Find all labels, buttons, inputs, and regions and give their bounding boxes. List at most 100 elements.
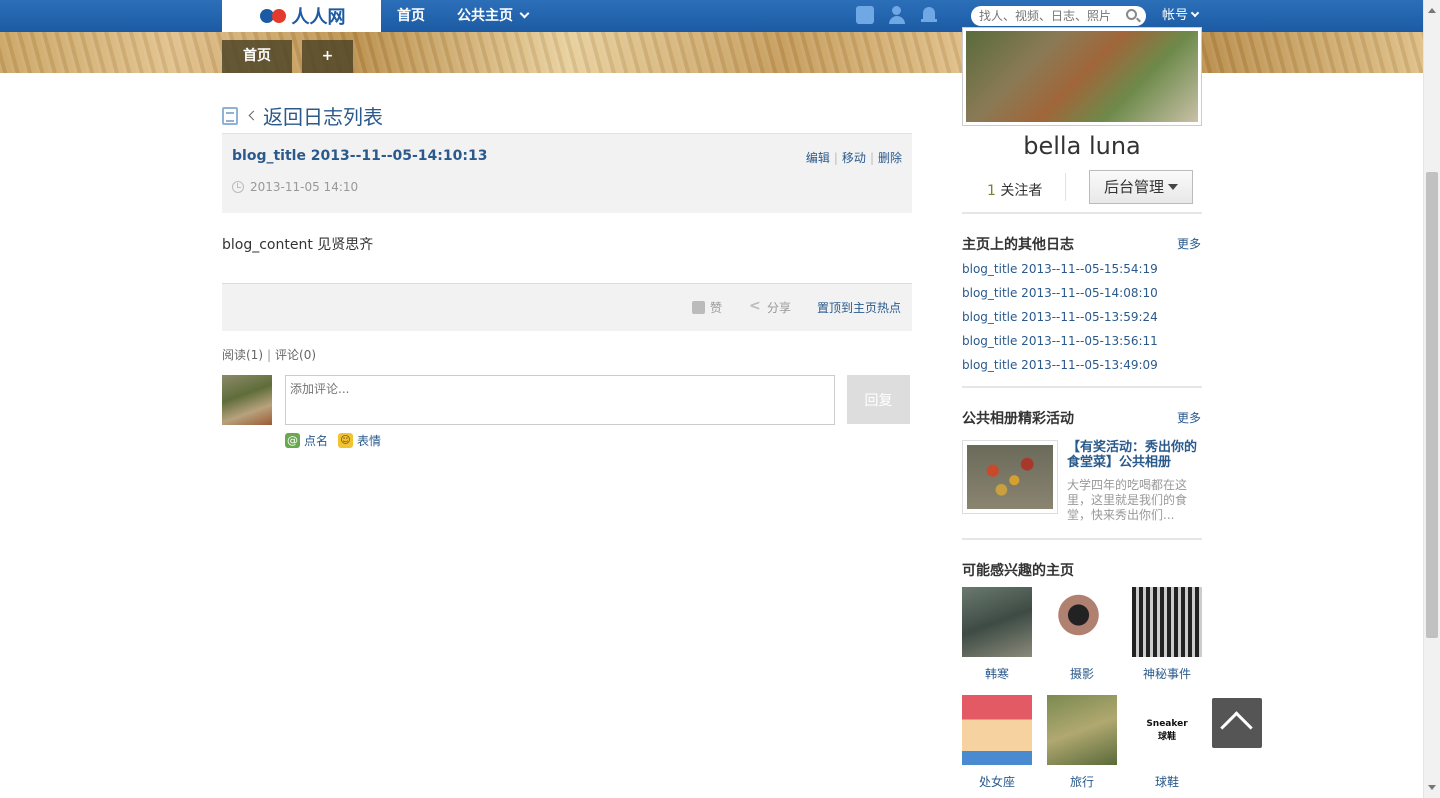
notification-icons	[856, 6, 938, 24]
share-button[interactable]: 分享	[749, 298, 792, 316]
interests-title: 可能感兴趣的主页	[962, 563, 1074, 579]
chevron-down-icon	[519, 8, 530, 19]
mention-button[interactable]: @ 点名	[285, 432, 328, 449]
emoji-button[interactable]: ☺ 表情	[338, 432, 381, 449]
account-label: 帐号	[1162, 8, 1189, 23]
smiley-icon: ☺	[338, 433, 354, 448]
comment-input[interactable]	[285, 375, 835, 425]
interest-item[interactable]: 摄影	[1047, 587, 1117, 682]
emoji-label: 表情	[357, 434, 382, 448]
interest-image	[1047, 587, 1117, 657]
follower-label: 关注者	[1000, 183, 1043, 199]
album-item-description: 大学四年的吃喝都在这里，这里就是我们的食堂，快来秀出你们...	[1067, 478, 1188, 522]
divider	[962, 386, 1202, 388]
nav-public-label: 公共主页	[457, 8, 513, 24]
share-label: 分享	[767, 301, 792, 315]
interest-image	[962, 695, 1032, 765]
list-item[interactable]: blog_title 2013--11--05-13:56:11	[962, 331, 1158, 355]
interest-item[interactable]: 旅行	[1047, 695, 1117, 790]
clock-icon	[232, 181, 244, 193]
scroll-down-icon[interactable]	[1428, 785, 1436, 794]
comment-tools: @ 点名 ☺ 表情	[285, 432, 381, 449]
divider	[962, 212, 1202, 214]
album-section-title: 公共相册精彩活动	[962, 411, 1074, 427]
move-link[interactable]: 移动	[842, 151, 866, 165]
interest-label: 旅行	[1069, 775, 1094, 789]
post-title: blog_title 2013--11--05-14:10:13	[232, 148, 488, 164]
interest-label: 韩寒	[984, 667, 1009, 681]
profile-photo[interactable]	[962, 27, 1202, 126]
interest-item[interactable]: 处女座	[962, 695, 1032, 790]
interest-label: 处女座	[978, 775, 1015, 789]
friend-request-icon[interactable]	[888, 6, 906, 24]
like-label: 赞	[710, 301, 723, 315]
post-content: blog_content 见贤思齐	[222, 237, 374, 253]
interest-image	[962, 587, 1032, 657]
logo-text: 人人网	[291, 7, 346, 28]
follower-number: 1	[987, 183, 996, 199]
admin-dropdown-button[interactable]: 后台管理	[1089, 170, 1193, 204]
profile-name[interactable]: bella luna	[962, 132, 1202, 160]
album-more-link[interactable]: 更多	[1177, 409, 1201, 426]
nav-public-pages[interactable]: 公共主页	[457, 0, 530, 32]
album-item-title[interactable]: 【有奖活动：秀出你的食堂菜】公共相册	[1067, 440, 1202, 470]
scroll-up-icon[interactable]	[1428, 4, 1436, 13]
post-action-bar: 赞 分享 置顶到主页热点	[222, 283, 912, 331]
chat-icon[interactable]	[856, 6, 874, 24]
thumbs-up-icon	[692, 301, 705, 314]
interest-label: 摄影	[1069, 667, 1094, 681]
admin-button-label: 后台管理	[1103, 178, 1164, 196]
edit-link[interactable]: 编辑	[806, 151, 830, 165]
at-icon: @	[285, 433, 300, 448]
page-nav: 首页 +	[222, 40, 353, 73]
share-icon	[749, 298, 762, 314]
other-blogs-list: blog_title 2013--11--05-15:54:19 blog_ti…	[962, 259, 1158, 379]
interest-item[interactable]: Sneaker 球鞋 球鞋	[1132, 695, 1202, 790]
like-button[interactable]: 赞	[692, 299, 722, 316]
other-blogs-more-link[interactable]: 更多	[1177, 235, 1201, 252]
top-navbar: 人人网 首页 公共主页 帐号	[0, 0, 1423, 32]
album-thumbnail[interactable]	[962, 440, 1058, 514]
interest-item[interactable]: 神秘事件	[1132, 587, 1202, 682]
page-nav-add[interactable]: +	[302, 40, 353, 73]
chevron-left-icon	[248, 110, 259, 121]
interest-image	[1047, 695, 1117, 765]
mention-label: 点名	[304, 434, 329, 448]
nav-home[interactable]: 首页	[397, 0, 425, 32]
read-count: 阅读(1)	[222, 348, 263, 362]
avatar[interactable]	[222, 375, 272, 425]
search-input[interactable]	[971, 6, 1146, 26]
document-icon	[222, 106, 238, 125]
list-item[interactable]: blog_title 2013--11--05-13:59:24	[962, 307, 1158, 331]
post-date: 2013-11-05 14:10	[232, 180, 358, 194]
interest-image: Sneaker 球鞋	[1132, 695, 1202, 765]
logo-icon	[258, 5, 288, 27]
divider	[962, 538, 1202, 540]
sneaker-image-text: 球鞋	[1157, 731, 1176, 742]
reply-button[interactable]: 回复	[847, 375, 910, 424]
delete-link[interactable]: 删除	[878, 151, 902, 165]
interest-item[interactable]: 韩寒	[962, 587, 1032, 682]
divider	[1065, 173, 1066, 201]
post-stats: 阅读(1) | 评论(0)	[222, 348, 317, 362]
scroll-thumb[interactable]	[1426, 172, 1438, 638]
back-to-blog-list[interactable]: 返回日志列表	[222, 101, 383, 130]
bell-icon[interactable]	[920, 6, 938, 24]
page-nav-home[interactable]: 首页	[222, 40, 292, 73]
list-item[interactable]: blog_title 2013--11--05-13:49:09	[962, 355, 1158, 379]
site-logo[interactable]: 人人网	[222, 0, 381, 32]
comment-count[interactable]: 评论(0)	[275, 348, 316, 362]
caret-down-icon	[1168, 184, 1178, 195]
pin-to-hot-button[interactable]: 置顶到主页热点	[817, 299, 901, 316]
interest-label: 球鞋	[1154, 775, 1179, 789]
list-item[interactable]: blog_title 2013--11--05-15:54:19	[962, 259, 1158, 283]
search-icon[interactable]	[1126, 9, 1137, 20]
chevron-down-icon	[1190, 8, 1200, 18]
back-to-top-button[interactable]	[1212, 698, 1262, 748]
post-header: blog_title 2013--11--05-14:10:13 编辑 | 移动 | 删…	[222, 133, 912, 213]
interest-label: 神秘事件	[1142, 667, 1191, 681]
scrollbar[interactable]	[1423, 0, 1440, 798]
sneaker-image-text: Sneaker	[1146, 718, 1188, 729]
list-item[interactable]: blog_title 2013--11--05-14:08:10	[962, 283, 1158, 307]
follower-count[interactable]: 1 关注者	[987, 180, 1042, 200]
